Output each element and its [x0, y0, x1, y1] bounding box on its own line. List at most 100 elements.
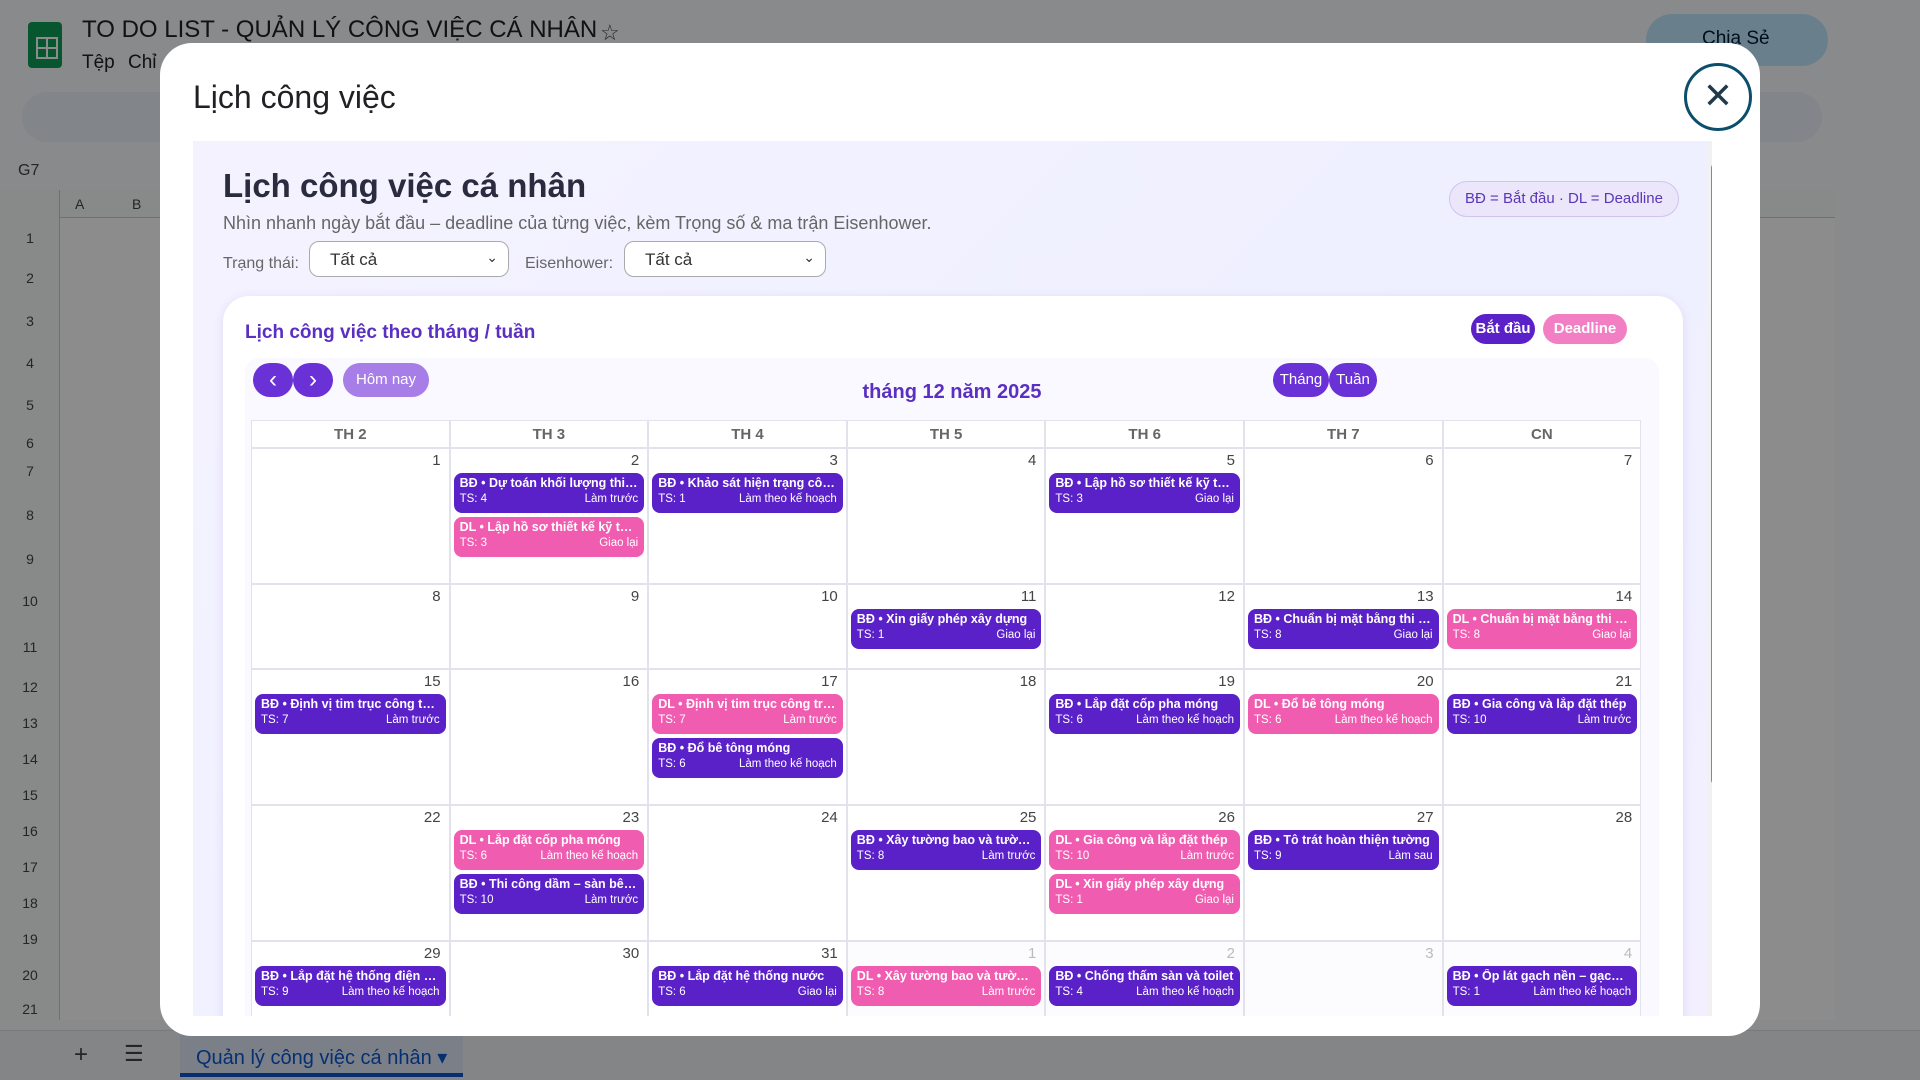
event-meta: TS: 8 Làm trước	[857, 986, 1036, 998]
calendar-day-cell[interactable]: 27 BĐ • Tô trát hoàn thiện tường TS: 9 Làm …	[1244, 805, 1443, 941]
calendar-day-cell[interactable]: 16	[449, 669, 649, 805]
calendar-day-cell[interactable]: 2 BĐ • Chống thấm sàn và toilet TS: 4 Làm t…	[1045, 941, 1244, 1016]
calendar-day-cell[interactable]: 2 BĐ • Dự toán khối lượng thi công TS: 4 Là…	[449, 448, 649, 584]
event-title: BĐ • Lắp đặt hệ thống nước	[658, 969, 825, 983]
event-title: BĐ • Dự toán khối lượng thi công	[459, 476, 639, 490]
calendar-day-cell[interactable]: 8	[251, 584, 450, 669]
start-event[interactable]: BĐ • Xây tường bao và tường ngăn TS: 8 Làm…	[850, 830, 1042, 870]
weekday-header: TH 5	[846, 420, 1046, 448]
calendar-day-cell[interactable]: 20 DL • Đổ bê tông móng TS: 6 Làm theo kế h…	[1244, 669, 1443, 805]
event-weight: TS: 8	[856, 986, 885, 998]
eisenhower-filter-select[interactable]: Tất cả ⌄	[624, 241, 826, 277]
start-event[interactable]: BĐ • Khảo sát hiện trạng công trình TS: 1…	[652, 473, 843, 513]
deadline-event[interactable]: DL • Chuẩn bị mặt bằng thi công TS: 8 Giao…	[1446, 609, 1638, 649]
event-meta: TS: 8 Giao lại	[1254, 629, 1433, 641]
calendar-day-cell[interactable]: 11 BĐ • Xin giấy phép xây dựng TS: 1 Giao l…	[846, 584, 1046, 669]
calendar-day-cell[interactable]: 1	[251, 448, 450, 584]
calendar-day-cell[interactable]: 12	[1045, 584, 1244, 669]
calendar-day-cell[interactable]: 13 BĐ • Chuẩn bị mặt bằng thi công TS: 8 Gi…	[1244, 584, 1443, 669]
event-eisenhower-tag: Làm theo kế hoạch	[540, 850, 639, 862]
deadline-event[interactable]: DL • Xây tường bao và tường ngăn TS: 8 Làm…	[850, 966, 1042, 1006]
status-filter-select[interactable]: Tất cả ⌄	[309, 241, 509, 277]
deadline-event[interactable]: DL • Xin giấy phép xây dựng TS: 1 Giao lại	[1049, 874, 1240, 914]
start-event[interactable]: BĐ • Chuẩn bị mặt bằng thi công TS: 8 Giao…	[1248, 609, 1439, 649]
scroll-up-icon[interactable]: ▲	[1710, 143, 1712, 158]
calendar-day-cell[interactable]: 19 BĐ • Lắp đặt cốp pha móng TS: 6 Làm theo…	[1045, 669, 1244, 805]
calendar-day-cell[interactable]: 14 DL • Chuẩn bị mặt bằng thi công TS: 8 Gi…	[1442, 584, 1642, 669]
start-event[interactable]: BĐ • Lắp đặt cốp pha móng TS: 6 Làm theo k…	[1049, 694, 1240, 734]
start-event[interactable]: BĐ • Tô trát hoàn thiện tường TS: 9 Làm sa…	[1248, 830, 1439, 870]
dialog-scrollbar[interactable]: ▲ ▼	[1707, 141, 1712, 1016]
start-event[interactable]: BĐ • Dự toán khối lượng thi công TS: 4 Làm…	[453, 473, 645, 513]
event-eisenhower-tag: Giao lại	[1194, 894, 1234, 906]
event-weight: TS: 8	[1254, 629, 1282, 641]
calendar-day-cell[interactable]: 15 BĐ • Định vị tim trục công trình TS: 7 L…	[251, 669, 450, 805]
start-event[interactable]: BĐ • Đổ bê tông móng TS: 6 Làm theo kế hoạ…	[652, 738, 843, 778]
deadline-event[interactable]: DL • Gia công và lắp đặt thép TS: 10 Làm t…	[1049, 830, 1240, 870]
calendar-day-cell[interactable]: 4	[846, 448, 1046, 584]
event-weight: TS: 8	[1452, 629, 1481, 641]
day-number: 4	[1623, 945, 1633, 962]
week-view-button[interactable]: Tuần	[1329, 363, 1377, 397]
calendar-month-title: tháng 12 năm 2025	[862, 381, 1042, 403]
calendar-day-cell[interactable]: 31 BĐ • Lắp đặt hệ thống nước TS: 6 Giao lạ…	[648, 941, 847, 1016]
event-title: BĐ • Chống thấm sàn và toilet	[1055, 969, 1234, 983]
start-event[interactable]: BĐ • Xin giấy phép xây dựng TS: 1 Giao lại	[850, 609, 1042, 649]
calendar-day-cell[interactable]: 6	[1244, 448, 1443, 584]
day-number: 25	[1019, 809, 1037, 826]
deadline-event[interactable]: DL • Đổ bê tông móng TS: 6 Làm theo kế hoạ…	[1248, 694, 1439, 734]
page-subtitle: Nhìn nhanh ngày bắt đầu – deadline của t…	[223, 213, 932, 233]
calendar-day-cell[interactable]: 17 DL • Định vị tim trục công trình TS: 7 L…	[648, 669, 847, 805]
day-number: 18	[1019, 673, 1037, 690]
calendar-day-cell[interactable]: 24	[648, 805, 847, 941]
deadline-event[interactable]: DL • Lắp đặt cốp pha móng TS: 6 Làm theo k…	[453, 830, 645, 870]
event-meta: TS: 9 Làm sau	[1254, 850, 1433, 862]
legend-deadline-badge: Deadline	[1543, 314, 1627, 344]
start-event[interactable]: BĐ • Lắp đặt hệ thống điện âm TS: 9 Làm th…	[255, 966, 446, 1006]
calendar-day-cell[interactable]: 9	[449, 584, 649, 669]
scrollbar-thumb[interactable]	[1711, 163, 1712, 785]
start-event[interactable]: BĐ • Thi công dầm – sàn bê tông TS: 10 Làm…	[453, 874, 645, 914]
calendar-day-cell[interactable]: 3 BĐ • Khảo sát hiện trạng công trình TS: …	[648, 448, 847, 584]
month-view-button[interactable]: Tháng	[1273, 363, 1329, 397]
calendar-day-cell[interactable]: 3	[1244, 941, 1443, 1016]
scroll-down-icon[interactable]: ▼	[1710, 998, 1712, 1013]
day-number: 28	[1615, 809, 1633, 826]
calendar-day-cell[interactable]: 21 BĐ • Gia công và lắp đặt thép TS: 10 Làm…	[1442, 669, 1642, 805]
event-meta: TS: 10 Làm trước	[1055, 850, 1234, 862]
weekday-header: TH 7	[1244, 420, 1443, 448]
event-weight: TS: 3	[1055, 493, 1083, 505]
close-button[interactable]: ✕	[1684, 63, 1752, 131]
calendar-day-cell[interactable]: 10	[648, 584, 847, 669]
calendar-day-cell[interactable]: 5 BĐ • Lập hồ sơ thiết kế kỹ thuật TS: 3 Gi…	[1045, 448, 1244, 584]
start-event[interactable]: BĐ • Lập hồ sơ thiết kế kỹ thuật TS: 3 Gia…	[1049, 473, 1240, 513]
calendar-day-cell[interactable]: 29 BĐ • Lắp đặt hệ thống điện âm TS: 9 Làm …	[251, 941, 450, 1016]
calendar-day-cell[interactable]: 18	[846, 669, 1046, 805]
event-meta: TS: 9 Làm theo kế hoạch	[261, 986, 440, 998]
calendar-day-cell[interactable]: 30	[449, 941, 649, 1016]
deadline-event[interactable]: DL • Lập hồ sơ thiết kế kỹ thuật TS: 3 Gia…	[453, 517, 645, 557]
start-event[interactable]: BĐ • Gia công và lắp đặt thép TS: 10 Làm t…	[1446, 694, 1638, 734]
calendar-day-cell[interactable]: 28	[1442, 805, 1642, 941]
calendar-day-cell[interactable]: 22	[251, 805, 450, 941]
eisenhower-filter-label: Eisenhower:	[525, 255, 614, 272]
day-number: 16	[622, 673, 640, 690]
calendar-day-cell[interactable]: 7	[1442, 448, 1642, 584]
calendar-day-cell[interactable]: 26 DL • Gia công và lắp đặt thép TS: 10 Làm…	[1045, 805, 1244, 941]
start-event[interactable]: BĐ • Định vị tim trục công trình TS: 7 Làm…	[255, 694, 446, 734]
event-eisenhower-tag: Làm trước	[584, 894, 639, 906]
event-eisenhower-tag: Giao lại	[996, 629, 1036, 641]
event-title: DL • Lập hồ sơ thiết kế kỹ thuật	[459, 520, 639, 534]
start-event[interactable]: BĐ • Chống thấm sàn và toilet TS: 4 Làm th…	[1049, 966, 1240, 1006]
calendar-day-cell[interactable]: 1 DL • Xây tường bao và tường ngăn TS: 8 Là…	[846, 941, 1046, 1016]
event-meta: TS: 6 Làm theo kế hoạch	[1254, 714, 1433, 726]
calendar-day-cell[interactable]: 25 BĐ • Xây tường bao và tường ngăn TS: 8 L…	[846, 805, 1046, 941]
start-event[interactable]: BĐ • Ốp lát gạch nền – gạch ốp TS: 1 Làm t…	[1446, 966, 1638, 1006]
calendar-day-cell[interactable]: 23 DL • Lắp đặt cốp pha móng TS: 6 Làm theo…	[449, 805, 649, 941]
start-event[interactable]: BĐ • Lắp đặt hệ thống nước TS: 6 Giao lại	[652, 966, 843, 1006]
event-title: DL • Lắp đặt cốp pha móng	[459, 833, 621, 847]
event-eisenhower-tag: Làm trước	[783, 714, 837, 726]
calendar-day-cell[interactable]: 4 BĐ • Ốp lát gạch nền – gạch ốp TS: 1 Làm …	[1442, 941, 1642, 1016]
deadline-event[interactable]: DL • Định vị tim trục công trình TS: 7 Làm…	[652, 694, 843, 734]
event-meta: TS: 1 Giao lại	[1055, 894, 1234, 906]
